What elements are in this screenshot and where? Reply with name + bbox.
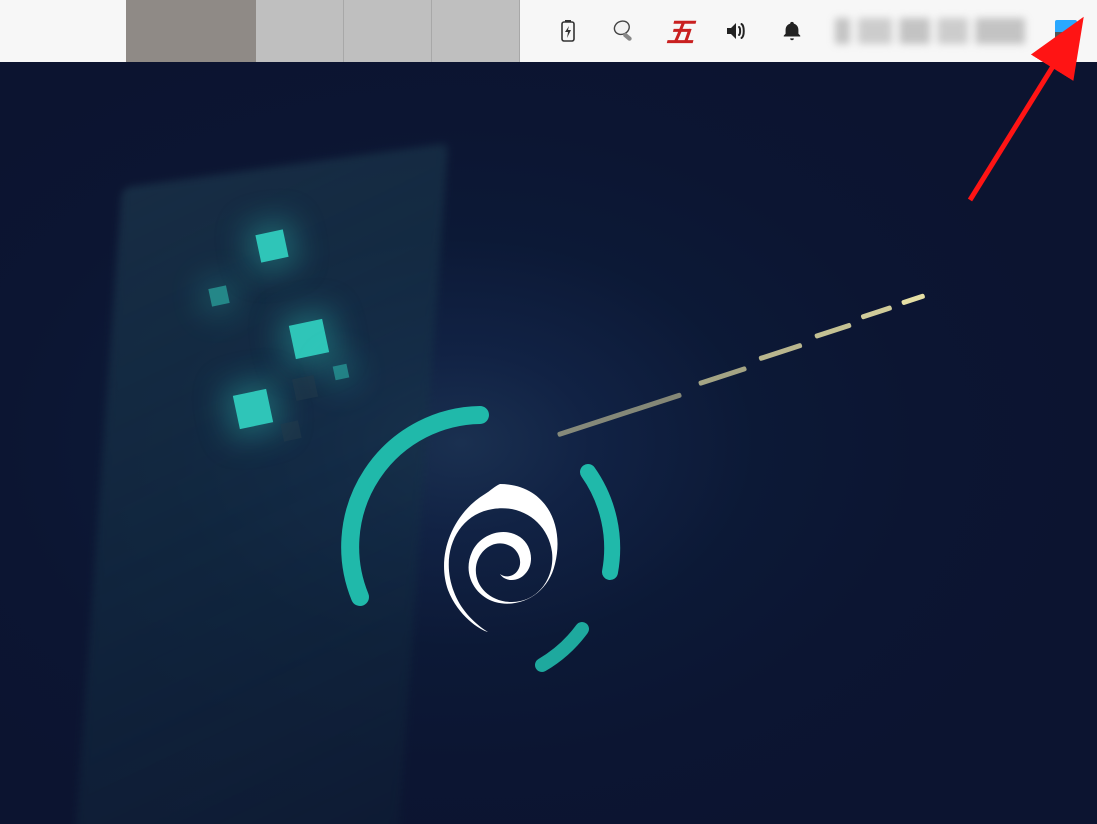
top-panel: 五 [0, 0, 1097, 62]
battery-charging-icon[interactable] [555, 18, 581, 44]
desktop-wallpaper [0, 62, 1097, 824]
taskbar-item[interactable] [344, 0, 432, 62]
taskbar-item[interactable] [256, 0, 344, 62]
bell-icon[interactable] [779, 18, 805, 44]
debian-swirl-icon [430, 474, 570, 644]
ime-indicator[interactable]: 五 [667, 18, 693, 44]
workspace-switcher-icon[interactable] [1055, 20, 1077, 42]
volume-icon[interactable] [723, 18, 749, 44]
panel-left-spacer [0, 0, 126, 62]
system-tray: 五 [555, 0, 1097, 62]
taskbar-item-active[interactable] [126, 0, 256, 62]
taskbar-item[interactable] [432, 0, 520, 62]
taskbar-items [126, 0, 520, 62]
user-session-label[interactable] [835, 18, 1025, 44]
search-icon[interactable] [611, 18, 637, 44]
wallpaper-graphics [0, 62, 1097, 824]
